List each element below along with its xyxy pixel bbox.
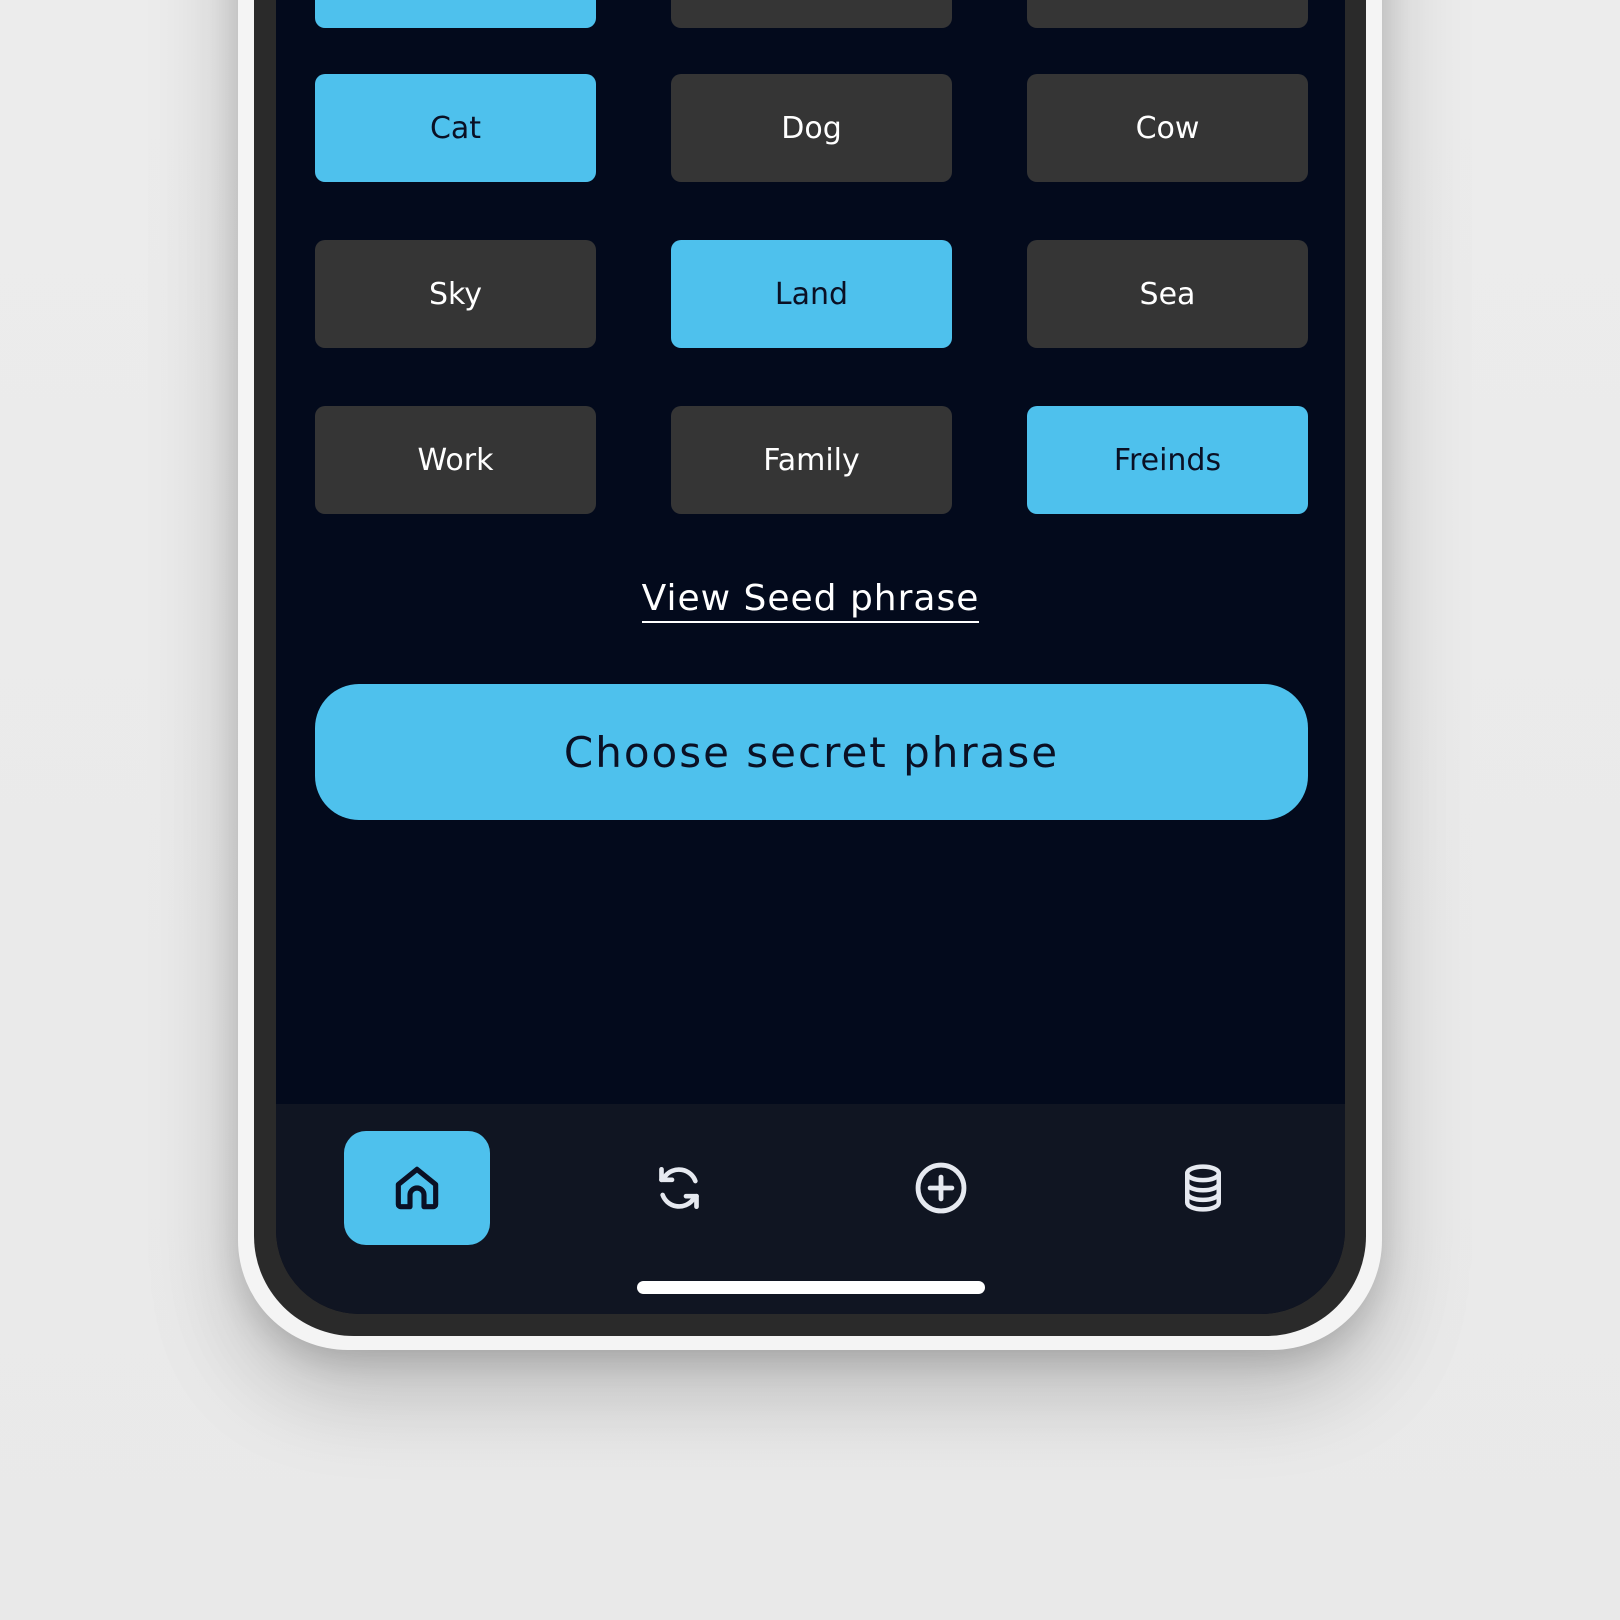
- choose-secret-phrase-button[interactable]: Choose secret phrase: [315, 684, 1308, 820]
- word-chip-family[interactable]: Family: [671, 406, 952, 514]
- word-chip-cat[interactable]: Cat: [315, 74, 596, 182]
- database-icon: [1185, 1164, 1221, 1212]
- word-chip[interactable]: [1027, 0, 1308, 28]
- word-chip-work[interactable]: Work: [315, 406, 596, 514]
- stage: Cat Dog Cow Sky Land Sea Work Family Fre…: [0, 0, 1620, 1620]
- word-chip-land[interactable]: Land: [671, 240, 952, 348]
- word-chip[interactable]: [315, 0, 596, 28]
- add-circle-icon: [915, 1162, 967, 1214]
- word-chip-dog[interactable]: Dog: [671, 74, 952, 182]
- home-indicator: [637, 1281, 985, 1294]
- refresh-icon: [659, 1167, 699, 1209]
- tab-add[interactable]: [868, 1131, 1014, 1245]
- view-seed-phrase-link-wrap: View Seed phrase: [276, 578, 1345, 623]
- tab-database[interactable]: [1130, 1131, 1276, 1245]
- bottom-tab-bar: [276, 1104, 1345, 1314]
- word-chip-sea[interactable]: Sea: [1027, 240, 1308, 348]
- tab-swap[interactable]: [606, 1131, 752, 1245]
- home-icon: [395, 1166, 439, 1210]
- word-chip-freinds[interactable]: Freinds: [1027, 406, 1308, 514]
- phone-screen: Cat Dog Cow Sky Land Sea Work Family Fre…: [276, 0, 1345, 1314]
- tab-home[interactable]: [344, 1131, 490, 1245]
- word-chip-sky[interactable]: Sky: [315, 240, 596, 348]
- word-chip[interactable]: [671, 0, 952, 28]
- view-seed-phrase-link[interactable]: View Seed phrase: [641, 578, 980, 623]
- word-chip-cow[interactable]: Cow: [1027, 74, 1308, 182]
